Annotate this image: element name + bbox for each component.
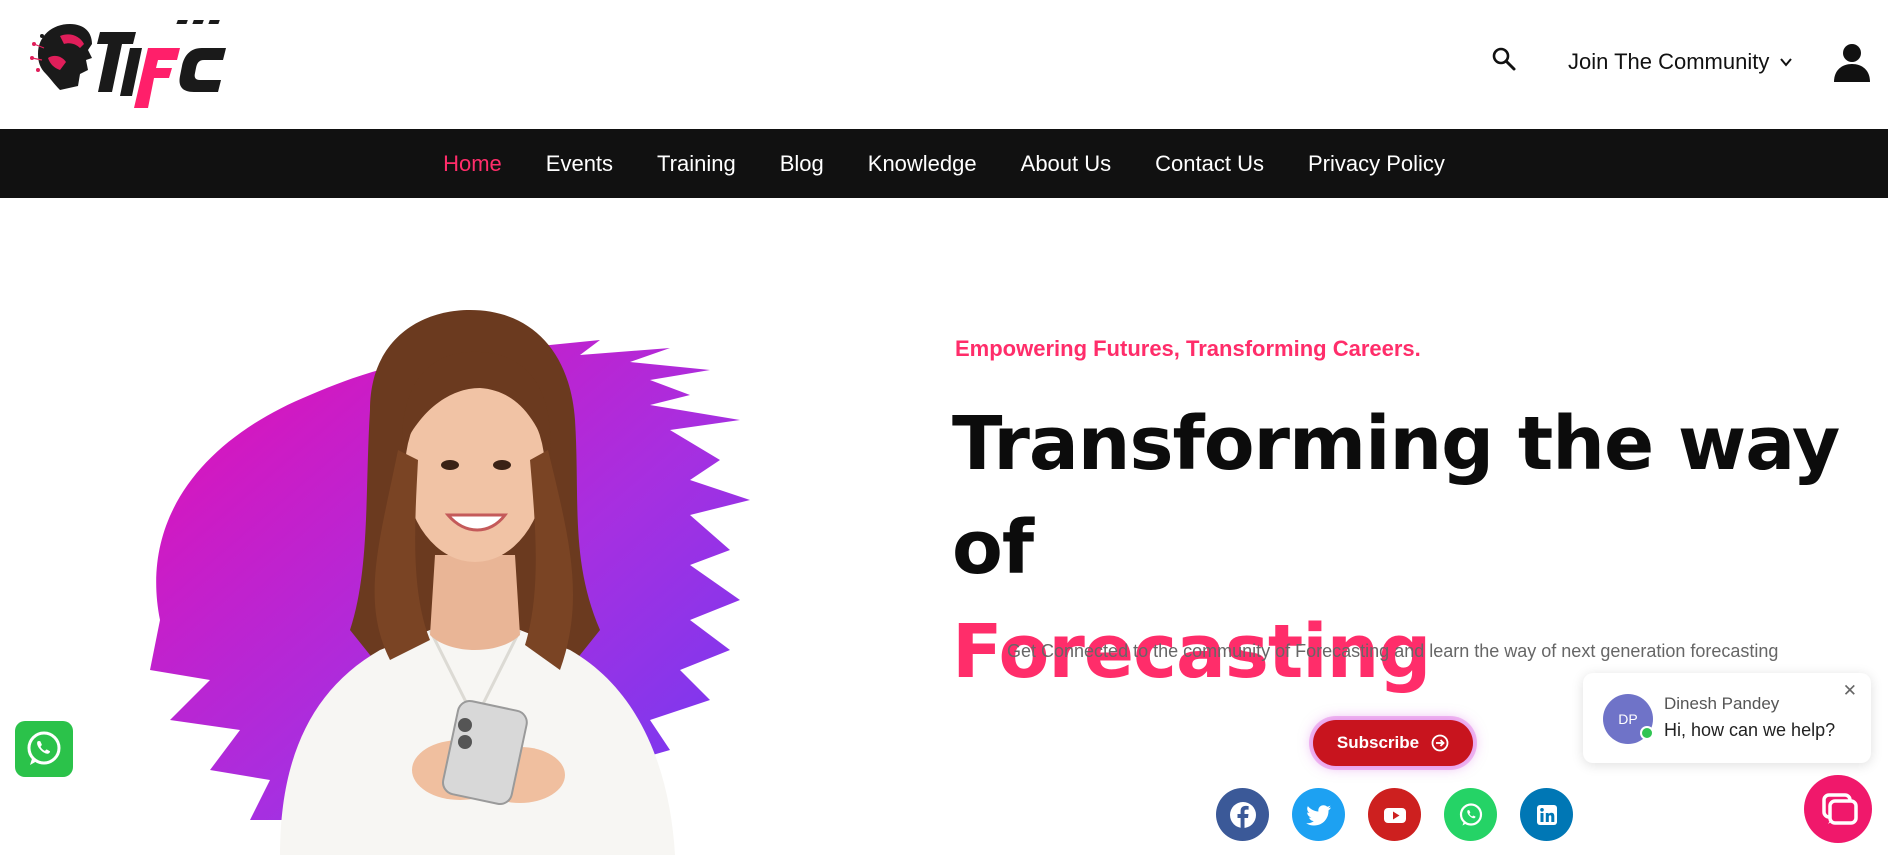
join-community-label: Join The Community bbox=[1568, 49, 1770, 74]
whatsapp-icon[interactable] bbox=[1444, 788, 1497, 841]
chat-bubble-icon bbox=[1822, 793, 1858, 825]
hero-image bbox=[130, 300, 850, 855]
whatsapp-icon bbox=[27, 731, 61, 765]
nav-item-events[interactable]: Events bbox=[524, 129, 635, 198]
nav-items: Home Events Training Blog Knowledge Abou… bbox=[421, 129, 1467, 198]
user-account-icon[interactable] bbox=[1832, 42, 1872, 82]
logo-icon bbox=[30, 20, 226, 108]
twitter-icon[interactable] bbox=[1292, 788, 1345, 841]
nav-item-knowledge[interactable]: Knowledge bbox=[846, 129, 999, 198]
close-icon[interactable]: ✕ bbox=[1843, 681, 1857, 701]
hero-headline-line1: Transforming the way of bbox=[952, 401, 1840, 591]
social-links bbox=[1216, 788, 1573, 841]
chat-launcher-button[interactable] bbox=[1804, 775, 1872, 843]
nav-item-training[interactable]: Training bbox=[635, 129, 758, 198]
subscribe-button[interactable]: Subscribe bbox=[1313, 720, 1473, 766]
chevron-down-icon bbox=[1780, 58, 1793, 67]
site-header: Join The Community bbox=[0, 0, 1888, 129]
nav-item-blog[interactable]: Blog bbox=[758, 129, 846, 198]
join-community-dropdown[interactable]: Join The Community bbox=[1568, 46, 1793, 78]
whatsapp-float-button[interactable] bbox=[15, 721, 73, 777]
search-icon[interactable] bbox=[1491, 46, 1517, 72]
hero-subtext: Get Connected to the community of Foreca… bbox=[1007, 641, 1779, 661]
youtube-icon[interactable] bbox=[1368, 788, 1421, 841]
subscribe-label: Subscribe bbox=[1336, 733, 1420, 752]
facebook-icon[interactable] bbox=[1216, 788, 1269, 841]
chat-message: Hi, how can we help? bbox=[1664, 720, 1836, 740]
arrow-circle-right-icon bbox=[1431, 734, 1449, 752]
main-nav: Home Events Training Blog Knowledge Abou… bbox=[0, 129, 1888, 198]
avatar: DP bbox=[1603, 694, 1654, 744]
avatar-initials: DP bbox=[1618, 711, 1638, 727]
hero-tagline: Empowering Futures, Transforming Careers… bbox=[955, 336, 1421, 361]
nav-item-about-us[interactable]: About Us bbox=[999, 129, 1134, 198]
nav-item-contact-us[interactable]: Contact Us bbox=[1133, 129, 1286, 198]
online-status-dot bbox=[1640, 726, 1654, 740]
chat-agent-name: Dinesh Pandey bbox=[1664, 694, 1780, 713]
linkedin-icon[interactable] bbox=[1520, 788, 1573, 841]
chat-popup[interactable]: DP Dinesh Pandey Hi, how can we help? ✕ bbox=[1583, 673, 1871, 763]
nav-item-home[interactable]: Home bbox=[421, 129, 524, 198]
hero-woman-with-phone-illustration bbox=[150, 310, 750, 855]
nav-item-privacy-policy[interactable]: Privacy Policy bbox=[1286, 129, 1467, 198]
site-logo[interactable] bbox=[30, 14, 248, 110]
